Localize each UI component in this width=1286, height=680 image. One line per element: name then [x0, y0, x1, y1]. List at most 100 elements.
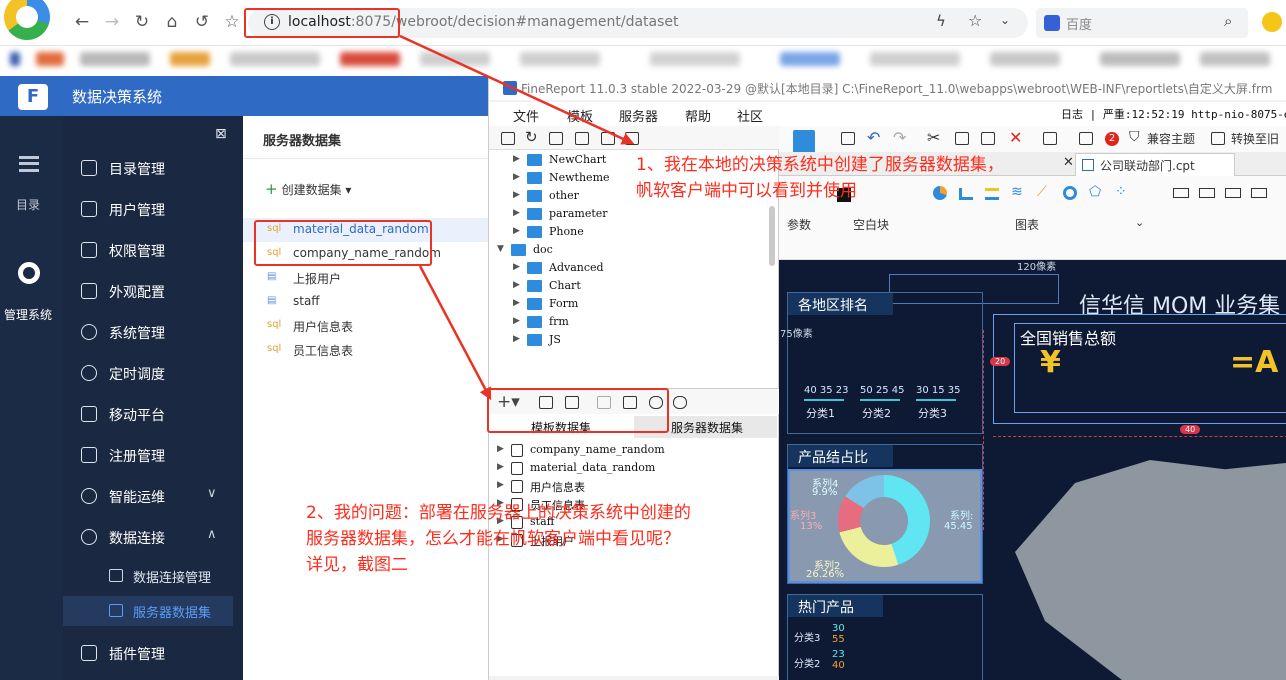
menu-item-register[interactable]: 注册管理 [63, 436, 243, 476]
delete-icon[interactable] [601, 132, 615, 145]
close-tab-icon[interactable]: ✕ [1063, 155, 1074, 170]
lightning-icon[interactable]: ϟ [936, 12, 946, 30]
china-map[interactable] [1015, 460, 1286, 680]
rail-management[interactable]: 管理系统 [0, 256, 63, 326]
hot-products-widget[interactable]: 热门产品 分类3 30 55 分类2 23 40 [787, 594, 983, 680]
dataset-label: 员工信息表 [293, 344, 354, 358]
create-dataset-label: 创建数据集 [281, 183, 342, 197]
tree-scrollbar[interactable] [769, 206, 775, 266]
cut-icon[interactable]: ✂ [927, 128, 940, 147]
collapsed-arrow-icon[interactable]: ▶ [513, 208, 520, 218]
menu-item-plugins[interactable]: 插件管理 [63, 634, 243, 674]
compat-theme-button[interactable]: 兼容主题 [1147, 130, 1195, 147]
database-link-icon[interactable] [673, 396, 687, 409]
menu-label: 系统管理 [109, 326, 165, 342]
menu-item-permissions[interactable]: 权限管理 [63, 231, 243, 271]
menu-item-catalog[interactable]: 目录管理 [63, 149, 243, 189]
delete-icon[interactable]: ✕ [1009, 128, 1022, 147]
total-sales-widget[interactable]: 全国销售总额 ¥ =A 20 40 [990, 314, 1286, 434]
undo-icon[interactable]: ↶ [867, 128, 880, 147]
collapsed-arrow-icon[interactable]: ▶ [513, 316, 520, 326]
menu-item-users[interactable]: 用户管理 [63, 190, 243, 230]
expand-icon[interactable]: ⌄ [1135, 216, 1144, 229]
dropdown-icon[interactable]: ⌄ [1000, 13, 1010, 27]
menu-item-mobile[interactable]: 移动平台 [63, 395, 243, 435]
menu-item-appearance[interactable]: 外观配置 [63, 272, 243, 312]
menu-item-schedule[interactable]: 定时调度 [63, 354, 243, 394]
collapsed-arrow-icon[interactable]: ▶ [513, 280, 520, 290]
search-input[interactable]: 百度 ⌕ [1036, 8, 1248, 38]
notification-badge[interactable]: 2 [1105, 132, 1119, 146]
menu-item-ops[interactable]: 智能运维 ∨ [63, 477, 243, 517]
convert-button[interactable]: 转换至旧 [1231, 130, 1279, 147]
find-icon[interactable] [1079, 132, 1093, 145]
reload-icon[interactable]: ↻ [130, 10, 154, 34]
area-chart-icon[interactable]: ⟋ [1037, 184, 1047, 200]
edit-icon[interactable] [549, 132, 563, 145]
redo-icon[interactable]: ↷ [893, 128, 906, 147]
convert-icon[interactable] [1211, 132, 1225, 145]
create-dataset-button[interactable]: + 创建数据集 ▾ [265, 180, 351, 198]
dataset-item[interactable]: sql 员工信息表 [243, 338, 490, 362]
undo-icon[interactable]: ↺ [190, 10, 214, 34]
chart-group-label: 图表 [1015, 218, 1040, 232]
menu-file[interactable]: 文件 [513, 106, 539, 125]
settings-icon[interactable] [575, 132, 589, 145]
new-folder-icon[interactable] [501, 132, 515, 145]
menu-item-system[interactable]: 系统管理 [63, 313, 243, 353]
collapsed-arrow-icon[interactable]: ▶ [513, 172, 520, 182]
scatter-chart-icon[interactable]: ⁘ [1115, 184, 1127, 200]
copy-icon[interactable] [625, 132, 639, 145]
collapsed-arrow-icon[interactable]: ▶ [513, 262, 520, 272]
search-icon[interactable]: ⌕ [1224, 12, 1232, 30]
gauge-chart-icon[interactable] [1063, 186, 1077, 200]
dataset-item[interactable]: sql 用户信息表 [243, 314, 490, 338]
dataset-item[interactable]: ▤ 上报用户 [243, 266, 490, 290]
log-status[interactable]: 日志 | 严重:12:52:19 http-nio-8075-ex [1061, 106, 1286, 122]
menu-server[interactable]: 服务器 [619, 106, 658, 125]
expanded-arrow-icon[interactable]: ▼ [497, 244, 504, 254]
baidu-icon [1044, 15, 1060, 31]
widget-title: 热门产品 [798, 600, 854, 616]
bookmark-star-icon[interactable]: ☆ [220, 10, 244, 34]
product-share-widget[interactable]: 产品结占比 系列4 9.9% 系列3 13% 系列2 26.26% 系列: 45… [787, 444, 983, 584]
collapsed-arrow-icon[interactable]: ▶ [513, 334, 520, 344]
template-settings-icon[interactable] [1043, 132, 1057, 145]
button-widget-icon[interactable] [1173, 188, 1189, 198]
menu-item-data-connection[interactable]: 数据连接 ∧ [63, 518, 243, 558]
submenu-connection-manage[interactable]: 数据连接管理 [63, 561, 233, 591]
copy-icon[interactable] [955, 132, 969, 145]
textbox-widget-icon[interactable] [1225, 188, 1241, 198]
extension-icon[interactable] [1262, 12, 1282, 32]
menu-template[interactable]: 模板 [567, 106, 593, 125]
doc-tab[interactable]: 公司联动部门.cpt [1075, 153, 1235, 176]
favorite-icon[interactable]: ☆ [968, 11, 982, 30]
home-icon[interactable]: ⌂ [160, 10, 184, 34]
dashboard-canvas[interactable]: 120像素 信华信 MOM 业务集 各地区排名 75像素 40 35 23 分类1… [779, 260, 1286, 680]
radar-chart-icon[interactable]: ⬠ [1089, 184, 1101, 200]
label-widget-icon[interactable] [1199, 188, 1215, 198]
collapsed-arrow-icon[interactable]: ▶ [497, 480, 504, 490]
forward-icon[interactable]: → [100, 10, 124, 34]
dataset-item[interactable]: ▤ staff [243, 290, 490, 314]
line-chart-icon[interactable]: ≋ [1011, 184, 1023, 200]
collapsed-arrow-icon[interactable]: ▶ [497, 444, 504, 454]
region-rank-widget[interactable]: 各地区排名 75像素 40 35 23 分类1 50 25 45 分类2 30 15 3… [780, 292, 983, 434]
collapsed-arrow-icon[interactable]: ▶ [513, 190, 520, 200]
collapsed-arrow-icon[interactable]: ▶ [513, 298, 520, 308]
paste-icon[interactable] [981, 132, 995, 145]
save-icon[interactable] [841, 132, 855, 145]
collapsed-arrow-icon[interactable]: ▶ [497, 462, 504, 472]
refresh-icon[interactable]: ↻ [525, 128, 538, 146]
combo-widget-icon[interactable] [1251, 188, 1267, 198]
collapsed-arrow-icon[interactable]: ▶ [513, 154, 520, 164]
hot-value: 55 [832, 634, 845, 645]
back-icon[interactable]: ← [70, 10, 94, 34]
submenu-server-dataset[interactable]: 服务器数据集 [63, 596, 233, 626]
menu-community[interactable]: 社区 [737, 106, 763, 125]
collapse-pin-icon[interactable]: ⊠ [215, 126, 227, 142]
rail-catalog[interactable]: 目录 [0, 152, 63, 212]
menu-help[interactable]: 帮助 [685, 106, 711, 125]
collapsed-arrow-icon[interactable]: ▶ [513, 226, 520, 236]
tab-server-dataset[interactable]: 服务器数据集 [671, 419, 743, 436]
